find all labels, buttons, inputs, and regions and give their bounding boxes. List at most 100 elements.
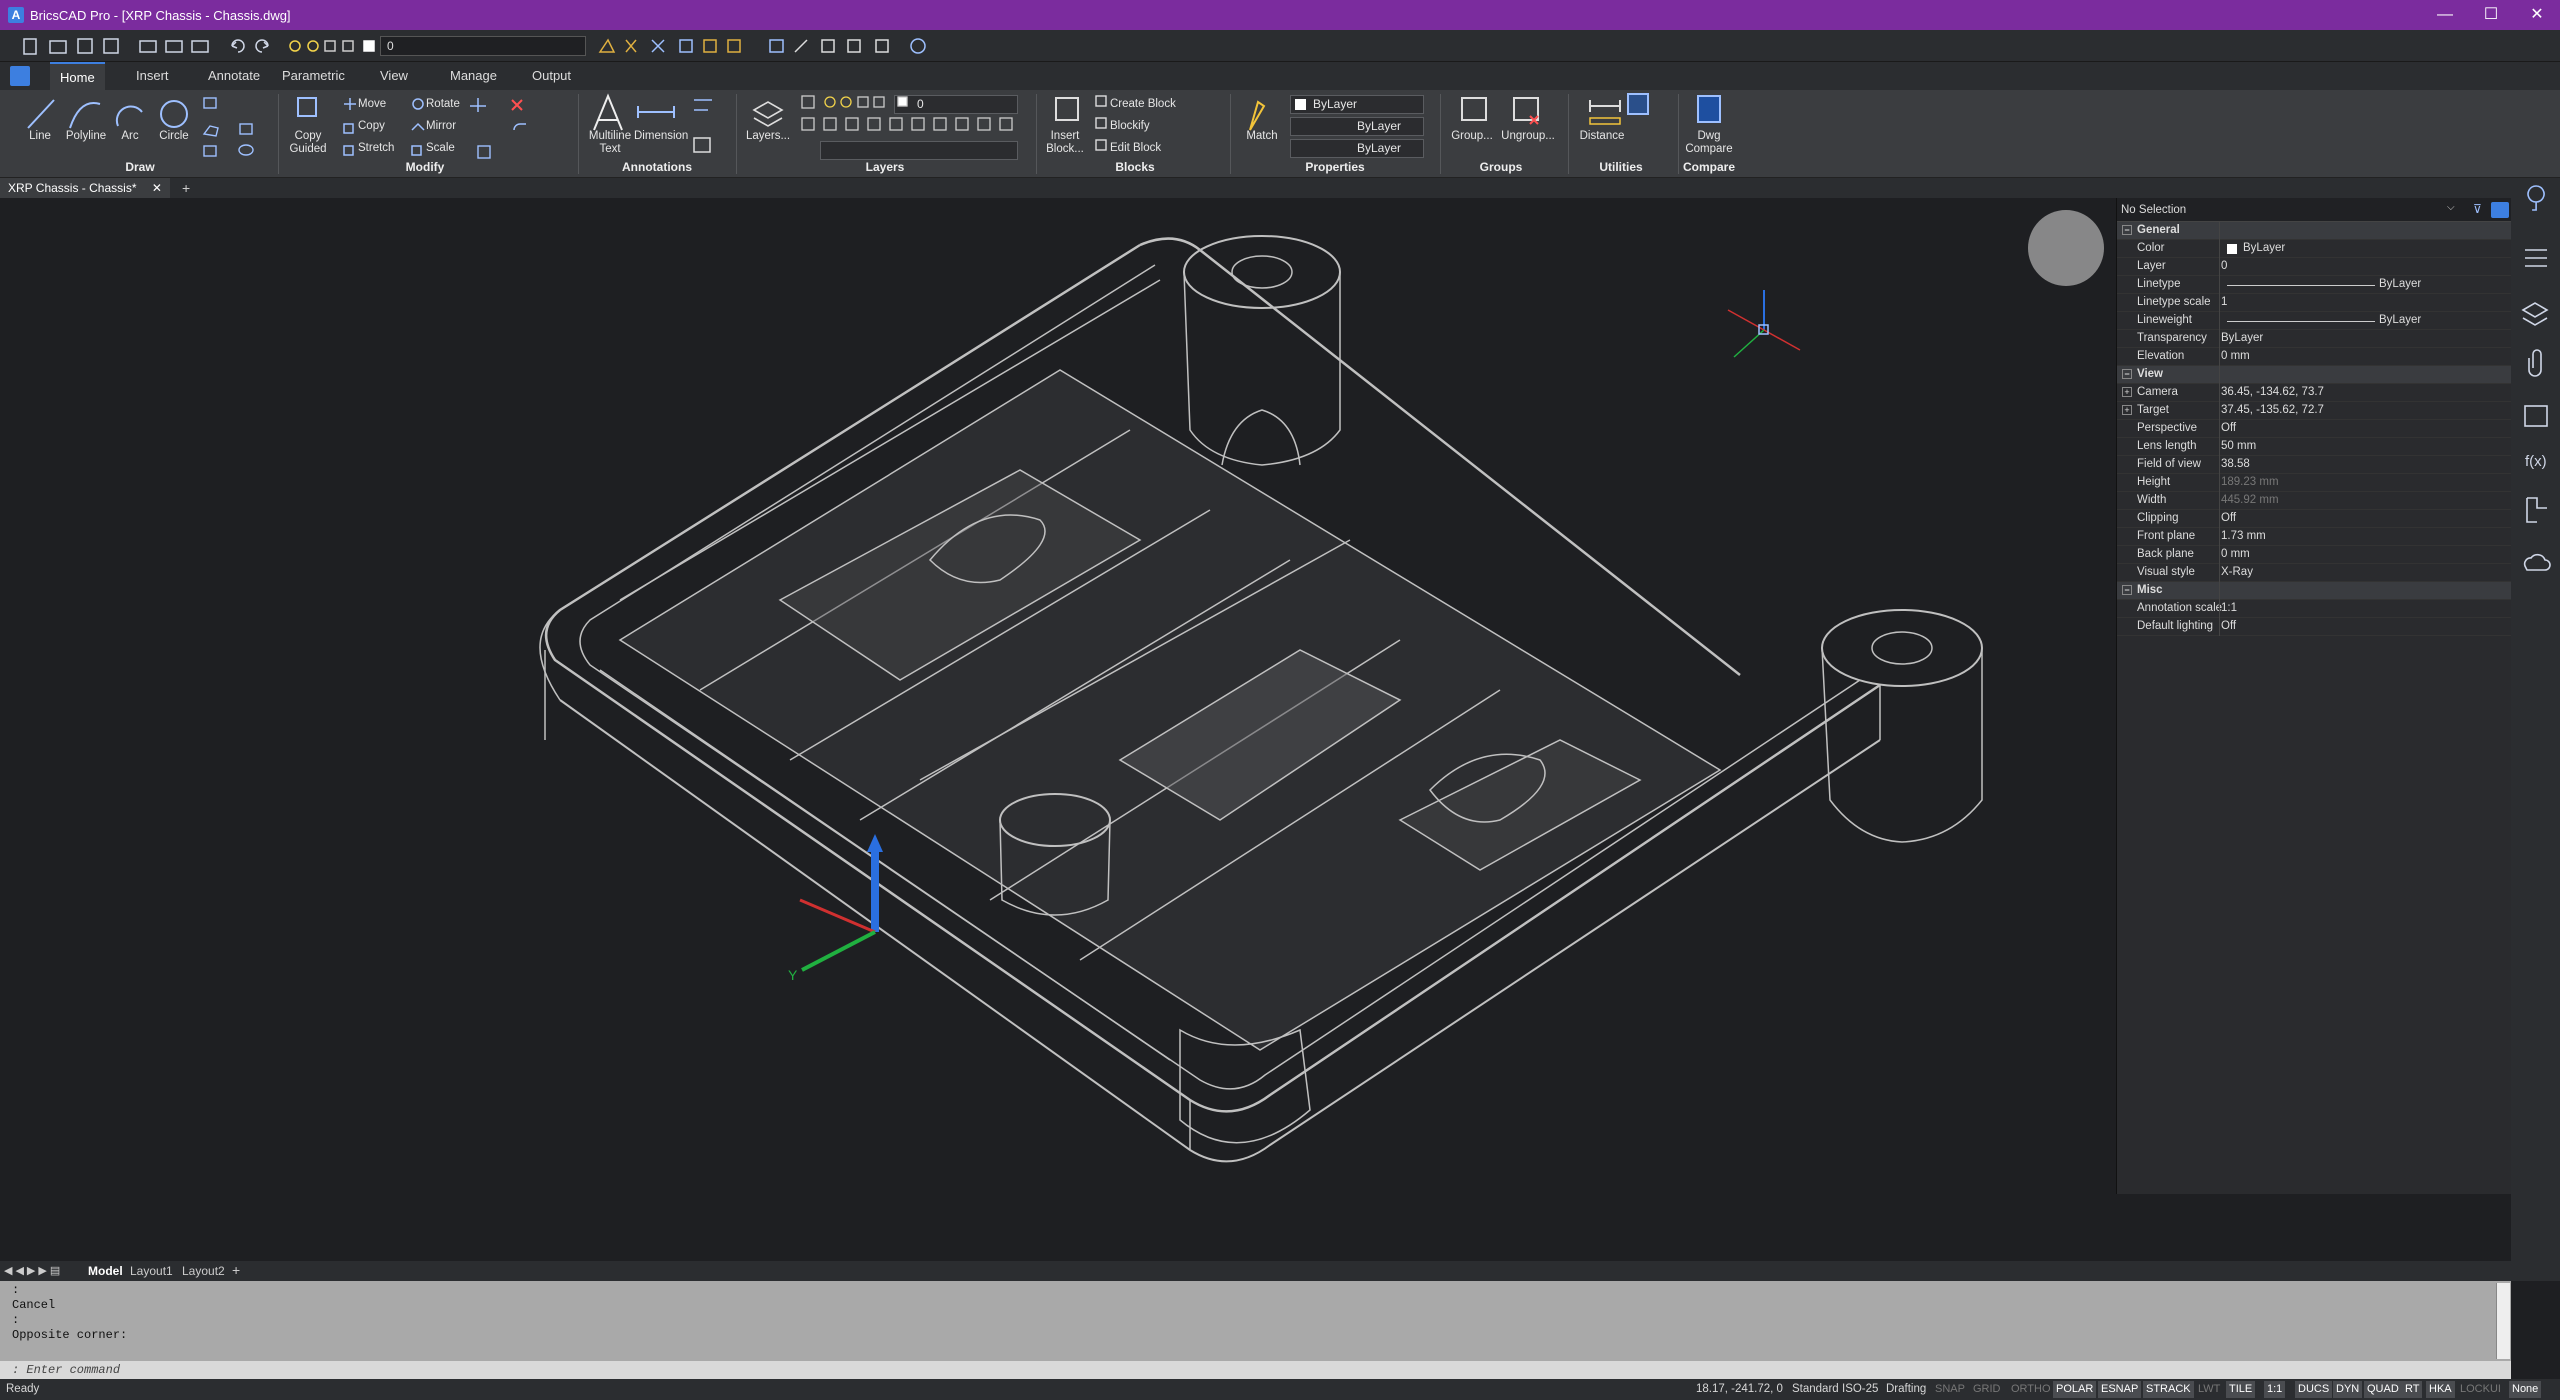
- status-toggle-strack[interactable]: STRACK: [2143, 1381, 2194, 1398]
- status-toggle-esnap[interactable]: ESNAP: [2098, 1381, 2142, 1398]
- property-value[interactable]: ByLayer: [2243, 242, 2285, 254]
- status-text-style[interactable]: Standard: [1792, 1379, 1839, 1400]
- status-toggle-lwt[interactable]: LWT: [2195, 1381, 2223, 1398]
- property-value[interactable]: 0 mm: [2221, 548, 2250, 560]
- property-value[interactable]: ByLayer: [2379, 278, 2421, 290]
- status-toggle-dyn[interactable]: DYN: [2333, 1381, 2363, 1398]
- create-block-button[interactable]: Create Block: [1110, 98, 1176, 110]
- property-value[interactable]: 0 mm: [2221, 350, 2250, 362]
- status-toggle-rt[interactable]: RT: [2402, 1381, 2423, 1398]
- dwg-compare-button[interactable]: Dwg Compare: [1682, 130, 1736, 156]
- property-row[interactable]: Elevation 0 mm: [2117, 348, 2512, 366]
- layout-tab-layout2[interactable]: Layout2: [182, 1264, 225, 1278]
- status-toggle-polar[interactable]: POLAR: [2053, 1381, 2097, 1398]
- status-toggle-quad[interactable]: QUAD: [2364, 1381, 2402, 1398]
- property-row[interactable]: Clipping Off: [2117, 510, 2512, 528]
- polyline-button[interactable]: Polyline: [62, 130, 110, 143]
- document-tab[interactable]: XRP Chassis - Chassis* ✕: [0, 178, 170, 198]
- property-value[interactable]: 38.58: [2221, 458, 2250, 470]
- column-divider[interactable]: [2219, 222, 2220, 636]
- move-button[interactable]: Move: [358, 98, 386, 110]
- tab-view[interactable]: View: [370, 62, 418, 90]
- layers-button[interactable]: Layers...: [742, 130, 794, 143]
- property-section-misc[interactable]: − Misc: [2117, 582, 2512, 600]
- property-value[interactable]: Off: [2221, 422, 2236, 434]
- property-row[interactable]: Linetype ByLayer: [2117, 276, 2512, 294]
- selection-combo[interactable]: No Selection: [2121, 202, 2459, 219]
- collapse-icon[interactable]: −: [2122, 369, 2132, 379]
- tab-annotate[interactable]: Annotate: [198, 62, 270, 90]
- mirror-button[interactable]: Mirror: [426, 120, 456, 132]
- command-scrollbar[interactable]: [2496, 1283, 2510, 1359]
- copy-button[interactable]: Copy: [358, 120, 385, 132]
- copy-guided-button[interactable]: Copy Guided: [284, 130, 332, 156]
- property-value[interactable]: 189.23 mm: [2221, 476, 2279, 488]
- chevron-down-icon[interactable]: ⌵: [2447, 202, 2455, 213]
- property-row[interactable]: Default lighting Off: [2117, 618, 2512, 636]
- qat-layer-select[interactable]: 0: [380, 36, 586, 56]
- property-row[interactable]: Height 189.23 mm: [2117, 474, 2512, 492]
- property-value[interactable]: 0: [2221, 260, 2227, 272]
- status-dim-style[interactable]: ISO-25: [1842, 1379, 1878, 1400]
- new-tab-button[interactable]: +: [182, 178, 190, 198]
- command-input[interactable]: : Enter command: [0, 1361, 2511, 1379]
- property-row[interactable]: Width 445.92 mm: [2117, 492, 2512, 510]
- filter-icon[interactable]: ⊽: [2473, 202, 2489, 218]
- property-row[interactable]: Visual style X-Ray: [2117, 564, 2512, 582]
- tab-home[interactable]: Home: [50, 62, 105, 90]
- add-layout-button[interactable]: +: [232, 1262, 240, 1278]
- tab-insert[interactable]: Insert: [126, 62, 179, 90]
- property-row[interactable]: Lineweight ByLayer: [2117, 312, 2512, 330]
- property-row[interactable]: Layer 0: [2117, 258, 2512, 276]
- look-from-widget[interactable]: [2026, 208, 2106, 288]
- property-value[interactable]: ByLayer: [2221, 332, 2263, 344]
- arc-button[interactable]: Arc: [112, 130, 148, 143]
- status-toggle-11[interactable]: 1:1: [2264, 1381, 2286, 1398]
- scale-button[interactable]: Scale: [426, 142, 455, 154]
- property-value[interactable]: ByLayer: [2379, 314, 2421, 326]
- layout-tab-layout1[interactable]: Layout1: [130, 1264, 173, 1278]
- circle-button[interactable]: Circle: [152, 130, 196, 143]
- app-menu-button[interactable]: [10, 66, 30, 86]
- property-row[interactable]: + Camera 36.45, -134.62, 73.7: [2117, 384, 2512, 402]
- linetype-combo[interactable]: ByLayer: [1290, 117, 1424, 136]
- edit-block-button[interactable]: Edit Block: [1110, 142, 1161, 154]
- dimension-button[interactable]: Dimension: [634, 130, 688, 143]
- property-value[interactable]: Off: [2221, 512, 2236, 524]
- close-button[interactable]: ✕: [2514, 0, 2560, 30]
- line-button[interactable]: Line: [20, 130, 60, 143]
- multiline-text-button[interactable]: Multiline Text: [584, 130, 636, 156]
- property-value[interactable]: 50 mm: [2221, 440, 2256, 452]
- layer-state-combo[interactable]: [820, 141, 1018, 160]
- status-toggle-none[interactable]: None: [2509, 1381, 2542, 1398]
- property-value[interactable]: 1: [2221, 296, 2227, 308]
- match-button[interactable]: Match: [1240, 130, 1284, 143]
- property-value[interactable]: 445.92 mm: [2221, 494, 2279, 506]
- property-row[interactable]: Annotation scale 1:1: [2117, 600, 2512, 618]
- property-row[interactable]: Back plane 0 mm: [2117, 546, 2512, 564]
- property-row[interactable]: Lens length 50 mm: [2117, 438, 2512, 456]
- layout-tab-model[interactable]: Model: [88, 1264, 123, 1278]
- tab-manage[interactable]: Manage: [440, 62, 507, 90]
- maximize-button[interactable]: ☐: [2468, 0, 2514, 30]
- close-tab-icon[interactable]: ✕: [152, 181, 162, 195]
- status-toggle-snap[interactable]: SNAP: [1932, 1381, 1968, 1398]
- property-row[interactable]: Front plane 1.73 mm: [2117, 528, 2512, 546]
- property-value[interactable]: 37.45, -135.62, 72.7: [2221, 404, 2324, 416]
- distance-button[interactable]: Distance: [1574, 130, 1630, 143]
- expand-icon[interactable]: +: [2122, 387, 2132, 397]
- property-section-view[interactable]: − View: [2117, 366, 2512, 384]
- color-combo[interactable]: ByLayer: [1290, 95, 1424, 114]
- ungroup-button[interactable]: Ungroup...: [1498, 130, 1558, 143]
- tab-parametric[interactable]: Parametric: [272, 62, 355, 90]
- property-row[interactable]: Field of view 38.58: [2117, 456, 2512, 474]
- tab-output[interactable]: Output: [522, 62, 581, 90]
- insert-block-button[interactable]: Insert Block...: [1040, 130, 1090, 156]
- property-value[interactable]: X-Ray: [2221, 566, 2253, 578]
- status-toggle-ortho[interactable]: ORTHO: [2008, 1381, 2054, 1398]
- property-row[interactable]: Transparency ByLayer: [2117, 330, 2512, 348]
- property-value[interactable]: Off: [2221, 620, 2236, 632]
- property-row[interactable]: Perspective Off: [2117, 420, 2512, 438]
- property-value[interactable]: 36.45, -134.62, 73.7: [2221, 386, 2324, 398]
- status-toggle-hka[interactable]: HKA: [2426, 1381, 2455, 1398]
